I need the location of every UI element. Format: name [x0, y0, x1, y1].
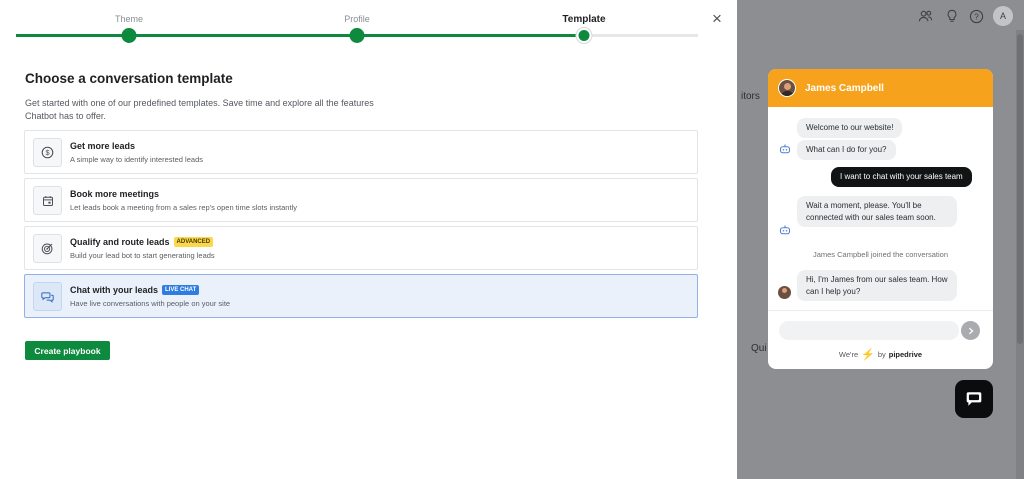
template-title-text: Get more leads: [70, 141, 136, 151]
template-option-book-meetings[interactable]: Book more meetings Let leads book a meet…: [24, 178, 698, 222]
send-arrow-icon[interactable]: [961, 321, 980, 340]
template-list: $ Get more leads A simple way to identif…: [24, 130, 698, 322]
brand-name: pipedrive: [888, 350, 923, 359]
page-title: Choose a conversation template: [25, 71, 233, 86]
bot-icon: [779, 224, 791, 236]
lightning-icon: ⚡: [861, 349, 875, 361]
agent-message: Hi, I'm James from our sales team. How c…: [797, 270, 957, 301]
template-title: Chat with your leads LIVE CHAT: [70, 285, 200, 295]
progress-fill: [16, 34, 584, 37]
agent-avatar-small: [778, 286, 791, 299]
scrollbar-thumb[interactable]: [1017, 34, 1023, 344]
step-label-template: Template: [562, 14, 606, 25]
agent-avatar: [778, 79, 796, 97]
chat-widget-preview: James Campbell Welcome to our website! W…: [768, 69, 993, 369]
template-option-chat-with-leads[interactable]: Chat with your leads LIVE CHAT Have live…: [24, 274, 698, 318]
user-avatar[interactable]: A: [993, 6, 1013, 26]
template-title-text: Qualify and route leads: [70, 237, 170, 247]
bot-message: Wait a moment, please. You'll be connect…: [797, 196, 957, 227]
powered-prefix: We're: [838, 350, 859, 359]
agent-name: James Campbell: [805, 82, 884, 94]
create-playbook-button[interactable]: Create playbook: [25, 341, 110, 360]
chat-launcher-button[interactable]: [955, 380, 993, 418]
step-dot-profile[interactable]: [349, 28, 365, 43]
chat-divider: [768, 310, 993, 311]
step-label-theme[interactable]: Theme: [115, 14, 143, 24]
live-chat-badge: LIVE CHAT: [162, 285, 200, 295]
system-message: James Campbell joined the conversation: [812, 250, 949, 259]
page-subtitle: Get started with one of our predefined t…: [25, 98, 374, 121]
step-dot-theme[interactable]: [121, 28, 137, 43]
chat-header: James Campbell: [768, 69, 993, 107]
template-title-text: Book more meetings: [70, 189, 160, 199]
powered-by-footer: We're ⚡ by pipedrive: [768, 348, 993, 361]
help-icon[interactable]: ?: [968, 8, 984, 24]
powered-by: by: [877, 350, 886, 359]
template-desc: A simple way to identify interested lead…: [70, 155, 203, 164]
template-desc: Let leads book a meeting from a sales re…: [70, 203, 297, 212]
background-text-visitors: itors: [741, 91, 760, 102]
dollar-circle-icon: $: [33, 138, 62, 167]
chat-bubbles-icon: [33, 282, 62, 311]
calendar-icon: [33, 186, 62, 215]
chat-message-input[interactable]: [779, 321, 959, 340]
progress-stepper: Theme Profile Template: [16, 0, 698, 50]
svg-text:$: $: [45, 148, 49, 157]
svg-text:?: ?: [974, 11, 979, 21]
step-dot-template: [576, 28, 592, 43]
step-label-profile[interactable]: Profile: [344, 14, 370, 24]
bot-icon: [779, 143, 791, 155]
template-option-qualify-route[interactable]: Qualify and route leads ADVANCED Build y…: [24, 226, 698, 270]
template-title: Book more meetings: [70, 189, 159, 199]
background-scrollbar[interactable]: [1016, 30, 1024, 479]
template-modal: Theme Profile Template × Choose a conver…: [0, 0, 737, 479]
close-icon[interactable]: ×: [709, 10, 725, 27]
template-desc: Build your lead bot to start generating …: [70, 251, 215, 260]
lightbulb-icon[interactable]: [944, 8, 960, 24]
template-desc: Have live conversations with people on y…: [70, 299, 231, 308]
template-title: Get more leads: [70, 141, 135, 151]
user-message: I want to chat with your sales team: [831, 167, 972, 187]
template-title-text: Chat with your leads: [70, 285, 159, 295]
contacts-icon[interactable]: [917, 8, 933, 24]
advanced-badge: ADVANCED: [173, 237, 214, 247]
bot-message: Welcome to our website!: [797, 118, 903, 138]
target-icon: [33, 234, 62, 263]
background-text-qui: Qui: [751, 343, 767, 354]
template-title: Qualify and route leads ADVANCED: [70, 237, 214, 247]
template-option-get-more-leads[interactable]: $ Get more leads A simple way to identif…: [24, 130, 698, 174]
chat-bubble-icon: [966, 392, 982, 406]
bot-message: What can I do for you?: [797, 140, 896, 160]
